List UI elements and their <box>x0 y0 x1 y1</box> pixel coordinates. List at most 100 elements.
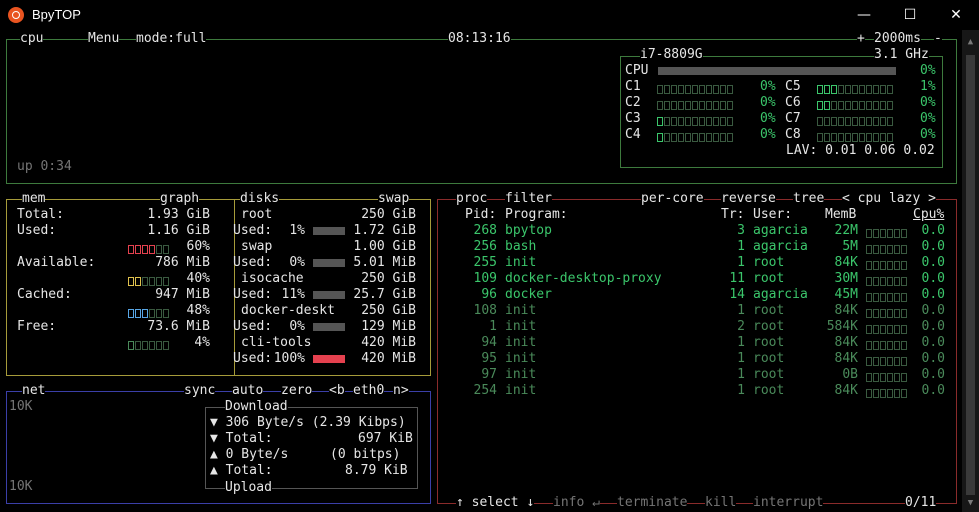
mode-button[interactable]: mode:full <box>136 31 207 47</box>
meter-cell <box>880 85 886 94</box>
net-auto-toggle[interactable]: auto <box>232 383 264 399</box>
meter-cell <box>880 373 886 382</box>
meter-cell <box>817 117 823 126</box>
proc-program: bpytop <box>505 223 552 238</box>
meter-cell <box>142 245 148 254</box>
meter-cell <box>880 389 886 398</box>
col-program[interactable]: Program: <box>505 207 568 223</box>
proc-cpu-meter <box>866 226 908 242</box>
mem-pct: 60% <box>186 239 210 254</box>
proc-mem: 84K <box>834 335 858 350</box>
meter-cell <box>880 229 886 238</box>
interrupt-button[interactable]: interrupt <box>753 495 824 511</box>
mem-value: 1.93 GiB <box>147 207 210 222</box>
swap-toggle[interactable]: swap <box>378 191 410 207</box>
meter-cell <box>156 309 162 318</box>
maximize-button[interactable]: ☐ <box>887 0 933 30</box>
proc-program: init <box>505 351 537 366</box>
disk-used: 25.7 GiB <box>353 287 416 302</box>
proc-pid: 109 <box>473 271 497 286</box>
meter-cell <box>706 133 712 142</box>
meter-cell <box>859 85 865 94</box>
proc-user: root <box>753 383 785 398</box>
col-threads[interactable]: Tr: <box>721 207 744 223</box>
kill-button[interactable]: kill <box>705 495 737 511</box>
meter-cell <box>880 117 886 126</box>
scrollbar-thumb[interactable] <box>966 55 975 495</box>
proc-user: root <box>753 303 785 318</box>
meter-cell <box>831 101 837 110</box>
disk-used-label: Used: <box>233 223 273 238</box>
proc-cpu: 0.0 <box>921 255 945 270</box>
meter-cell <box>720 85 726 94</box>
net-zero-toggle[interactable]: zero <box>281 383 313 399</box>
proc-filter-button[interactable]: filter <box>505 191 552 207</box>
net-interface: eth0 <box>353 383 385 399</box>
proc-program: init <box>505 319 537 334</box>
proc-cpu: 0.0 <box>921 367 945 382</box>
col-memory[interactable]: MemB <box>825 207 856 223</box>
meter-cell <box>831 133 837 142</box>
net-prev-interface[interactable]: <b <box>329 383 345 399</box>
meter-cell <box>838 101 844 110</box>
proc-mem: 45M <box>834 287 858 302</box>
sort-selector[interactable]: < cpu lazy > <box>842 191 936 207</box>
tree-toggle[interactable]: tree <box>793 191 825 207</box>
col-user[interactable]: User: <box>753 207 792 223</box>
core-pct: 0% <box>920 127 936 142</box>
core-pct: 1% <box>920 79 936 94</box>
meter-cell <box>699 85 705 94</box>
net-sync-toggle[interactable]: sync <box>184 383 216 399</box>
meter-cell <box>163 309 169 318</box>
meter-cell <box>894 277 900 286</box>
disk-usage-meter <box>313 259 345 267</box>
upload-total-label: ▲ Total: <box>210 463 273 478</box>
mem-pct: 40% <box>186 271 210 286</box>
scroll-up-icon[interactable]: ▲ <box>962 36 979 48</box>
meter-cell <box>678 85 684 94</box>
meter-cell <box>901 229 907 238</box>
meter-cell <box>901 341 907 350</box>
terminate-button[interactable]: terminate <box>617 495 688 511</box>
proc-user: agarcia <box>753 239 808 254</box>
col-pid[interactable]: Pid: <box>465 207 496 223</box>
proc-program: init <box>505 367 537 382</box>
mem-graph-toggle[interactable]: graph <box>160 191 200 207</box>
select-hint: ↑ select ↓ <box>456 495 535 511</box>
per-core-toggle[interactable]: per-core <box>641 191 704 207</box>
col-cpu[interactable]: Cpu% <box>913 207 944 223</box>
minimize-button[interactable]: — <box>841 0 887 30</box>
meter-cell <box>135 277 141 286</box>
meter-cell <box>156 341 162 350</box>
proc-pid: 1 <box>489 319 497 334</box>
meter-cell <box>706 101 712 110</box>
meter-cell <box>163 245 169 254</box>
mem-pct: 4% <box>194 335 210 350</box>
meter-cell <box>887 261 893 270</box>
core-meter <box>657 82 734 98</box>
core-pct: 0% <box>760 79 776 94</box>
proc-pid: 96 <box>481 287 497 302</box>
meter-cell <box>887 101 893 110</box>
reverse-toggle[interactable]: reverse <box>721 191 776 207</box>
core-label: C8 <box>785 127 801 142</box>
meter-cell <box>887 325 893 334</box>
interval-plus-button[interactable]: + <box>857 31 865 47</box>
meter-cell <box>824 101 830 110</box>
core-label: C7 <box>785 111 801 126</box>
close-button[interactable]: ✕ <box>933 0 979 30</box>
proc-cpu-meter <box>866 258 908 274</box>
interval-minus-button[interactable]: - <box>934 31 942 47</box>
menu-button[interactable]: Menu <box>88 31 120 47</box>
meter-cell <box>671 117 677 126</box>
meter-cell <box>692 85 698 94</box>
meter-cell <box>859 101 865 110</box>
meter-cell <box>880 101 886 110</box>
scroll-down-icon[interactable]: ▼ <box>962 497 979 509</box>
meter-cell <box>894 325 900 334</box>
net-next-interface[interactable]: n> <box>393 383 409 399</box>
info-button[interactable]: info ↵ <box>553 495 600 511</box>
cpu-model: i7-8809G <box>640 47 703 63</box>
proc-cpu-meter <box>866 354 908 370</box>
meter-cell <box>873 341 879 350</box>
